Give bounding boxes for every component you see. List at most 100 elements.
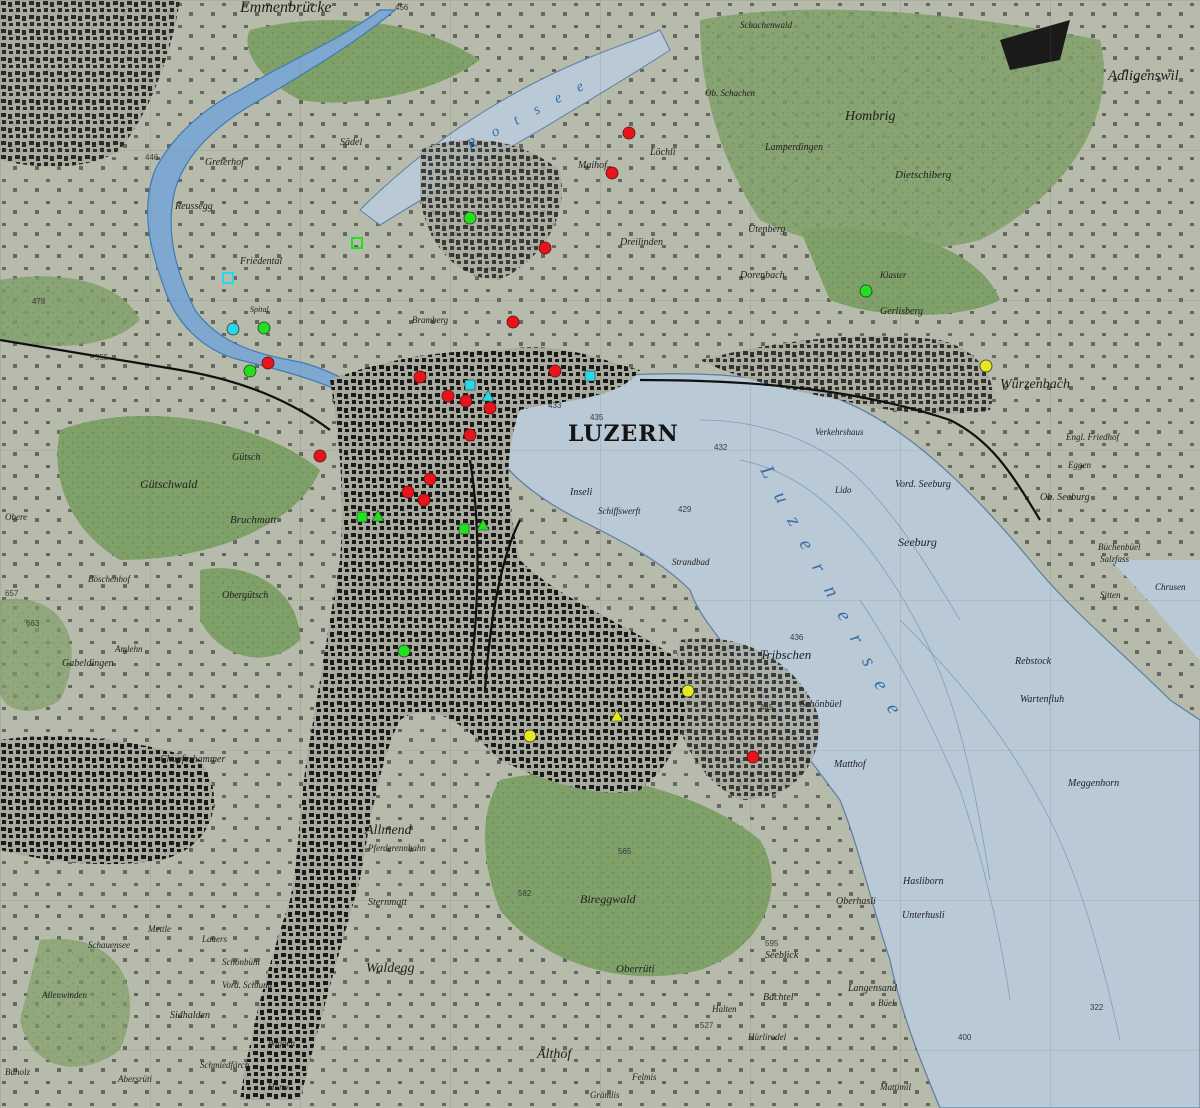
green-square-marker[interactable] <box>356 511 368 523</box>
yellow-circle-marker[interactable] <box>523 729 537 743</box>
place-label: Böschenhof <box>88 574 131 584</box>
red-circle-marker[interactable] <box>313 449 327 463</box>
place-label: Eggen <box>1067 460 1091 470</box>
place-label: Lamperdingen <box>764 142 823 153</box>
place-label: Friedental <box>239 256 282 267</box>
cyan-circle-marker[interactable] <box>226 322 240 336</box>
city-label: LUZERN <box>568 421 679 447</box>
place-label: Meggenhorn <box>1067 778 1119 789</box>
elevation-label: 429 <box>678 505 692 514</box>
green-circle-marker[interactable] <box>397 644 411 658</box>
place-label: Dorenbach <box>739 270 785 281</box>
place-label: Dietschiberg <box>894 169 952 181</box>
place-label: Mattimil <box>879 1082 911 1092</box>
place-label: Seeburg <box>898 535 937 549</box>
place-label: Gabeldingen <box>62 658 114 669</box>
elevation-label: 400 <box>958 1033 972 1042</box>
yellow-circle-marker[interactable] <box>979 359 993 373</box>
red-circle-marker[interactable] <box>605 166 619 180</box>
place-label: Chrusen <box>1155 582 1186 592</box>
place-label: Bireggwald <box>580 892 637 906</box>
place-label: Salzfass <box>1100 554 1130 564</box>
place-label: Matthof <box>833 759 867 770</box>
place-label: Büchenbüel <box>1098 542 1141 552</box>
red-circle-marker[interactable] <box>459 394 473 408</box>
red-circle-marker[interactable] <box>463 428 477 442</box>
topographic-map[interactable]: LUZERN Emmenbrücke Adligenswil Hombrig D… <box>0 0 1200 1108</box>
place-label: Büel <box>878 998 895 1008</box>
place-label: Gütschwald <box>140 477 198 491</box>
red-circle-marker[interactable] <box>538 241 552 255</box>
elevation-label: 582 <box>518 889 532 898</box>
place-label: Pferderennbahn <box>367 843 426 853</box>
green-circle-marker[interactable] <box>243 364 257 378</box>
red-circle-marker[interactable] <box>622 126 636 140</box>
place-label: Unterhusli <box>902 910 945 921</box>
red-circle-marker[interactable] <box>548 364 562 378</box>
elevation-label: 445 <box>760 703 774 712</box>
place-label: Vord. Seeburg <box>895 479 951 490</box>
place-label: Wiggen <box>268 1038 295 1048</box>
place-label: Adligenswil <box>1107 68 1179 84</box>
place-label: Althof <box>536 1047 573 1062</box>
place-label: Gütsch <box>232 452 260 463</box>
place-label: Waldegg <box>366 961 414 976</box>
green-square-marker[interactable] <box>458 523 470 535</box>
elevation-label: 446 <box>145 153 159 162</box>
place-label: Spital <box>250 305 269 314</box>
place-label: Sidhalden <box>170 1010 210 1021</box>
place-label: Strandbad <box>672 557 710 567</box>
place-label: Obere <box>5 512 27 522</box>
cyan-square-marker[interactable] <box>464 379 476 391</box>
red-circle-marker[interactable] <box>423 472 437 486</box>
red-circle-marker[interactable] <box>746 750 760 764</box>
cyan-square-marker[interactable] <box>584 370 596 382</box>
green-circle-marker[interactable] <box>463 211 477 225</box>
red-circle-marker[interactable] <box>483 401 497 415</box>
elevation-label: 595 <box>765 939 779 948</box>
red-circle-marker[interactable] <box>417 493 431 507</box>
green-circle-marker[interactable] <box>859 284 873 298</box>
elevation-label: 435 <box>590 413 604 422</box>
place-label: Bramberg <box>412 315 449 325</box>
place-label: Schauensee <box>88 940 130 950</box>
green-circle-marker[interactable] <box>257 321 271 335</box>
place-label: Ob. Schachen <box>705 88 755 98</box>
red-circle-marker[interactable] <box>413 370 427 384</box>
elevation-label: 433 <box>548 401 562 410</box>
place-label: Lauers <box>201 934 228 944</box>
red-circle-marker[interactable] <box>506 315 520 329</box>
place-label: Wartenfluh <box>1020 694 1064 705</box>
place-label: Allmend <box>364 823 413 838</box>
place-label: Amlehn <box>114 644 143 654</box>
elevation-label: 527 <box>700 1021 714 1030</box>
place-label: Schönbüel <box>800 699 842 710</box>
elevation-label: 555 <box>95 353 109 362</box>
red-circle-marker[interactable] <box>261 356 275 370</box>
place-label: Gerlisberg <box>880 306 923 317</box>
place-label: Abersrüti <box>117 1074 153 1084</box>
red-circle-marker[interactable] <box>441 389 455 403</box>
place-label: Langensand <box>847 983 898 994</box>
yellow-circle-marker[interactable] <box>681 684 695 698</box>
place-label: Chupferhammer <box>160 754 225 765</box>
place-label: Lido <box>834 485 852 495</box>
elevation-label: 478 <box>32 297 46 306</box>
place-label: Halten <box>711 1004 737 1014</box>
place-label: Hürlirodel <box>747 1032 787 1042</box>
place-label: Schönbühl <box>222 957 260 967</box>
red-circle-marker[interactable] <box>401 485 415 499</box>
place-label: Seeblick <box>765 950 799 961</box>
place-label: Sädel <box>340 137 362 148</box>
place-label: Hasliborn <box>902 876 944 887</box>
place-label: Vord. Schlund <box>222 980 273 990</box>
place-label: Würzenbach <box>1000 377 1070 392</box>
place-label: Tribschen <box>760 647 811 662</box>
place-label: Klaster <box>879 270 907 280</box>
place-label: Rebstock <box>1014 656 1052 667</box>
place-label: Reussegg <box>174 201 213 212</box>
place-label: Verkehrshaus <box>815 427 864 437</box>
place-label: Inseli <box>569 487 592 498</box>
place-label: Löchli <box>649 147 676 158</box>
elevation-label: 565 <box>618 847 632 856</box>
